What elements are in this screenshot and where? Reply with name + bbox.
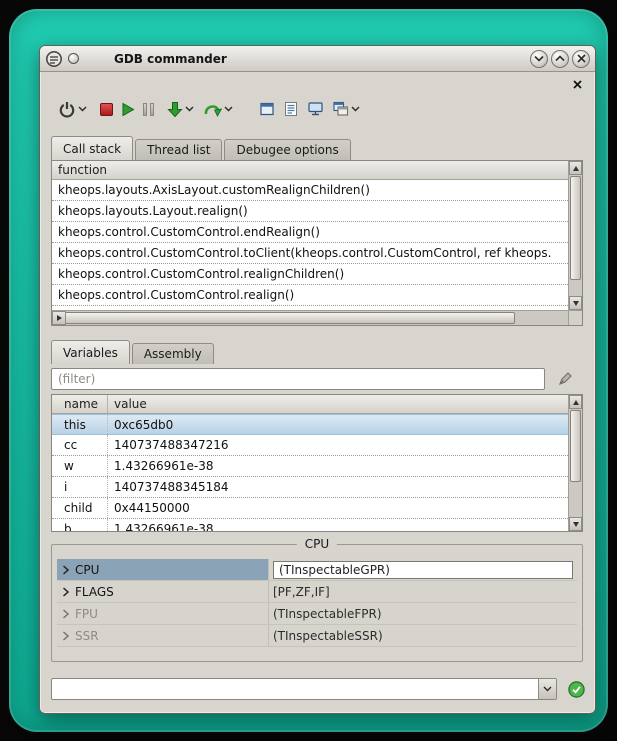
expander-icon[interactable]: [62, 587, 69, 597]
power-icon: [58, 100, 76, 118]
scrollbar-thumb[interactable]: [570, 176, 581, 280]
cpu-group-title: CPU: [297, 537, 337, 551]
gdb-command-input[interactable]: [52, 679, 538, 699]
dropdown-chevron-icon: [185, 106, 194, 112]
pause-button[interactable]: [143, 95, 154, 123]
name-column-header[interactable]: name: [52, 395, 108, 413]
tab-thread-list[interactable]: Thread list: [135, 139, 222, 160]
call-stack-row[interactable]: kheops.control.CustomControl.toClient(kh…: [52, 243, 568, 264]
titlebar-buttons: [530, 50, 590, 68]
inspect-tabbar: Variables Assembly: [51, 340, 216, 364]
call-stack-row[interactable]: kheops.control.CustomControl.realign(): [52, 285, 568, 306]
decorative-frame: GDB commander: [9, 9, 608, 732]
tab-debugee-options[interactable]: Debugee options: [224, 139, 350, 160]
cpu-row[interactable]: FPU (TInspectableFPR): [57, 603, 577, 625]
window-title: GDB commander: [114, 52, 227, 66]
function-column-header[interactable]: function: [52, 161, 113, 179]
dock-close-icon[interactable]: [570, 77, 584, 91]
expander-icon[interactable]: [62, 631, 69, 641]
variable-row[interactable]: child 0x44150000: [52, 498, 568, 519]
combo-dropdown-button[interactable]: [538, 679, 556, 699]
variable-row[interactable]: i 140737488345184: [52, 477, 568, 498]
gdb-command-combobox[interactable]: [51, 678, 557, 700]
variables-panel: name value this 0xc65db0 cc 140737488347…: [51, 394, 583, 532]
tab-variables[interactable]: Variables: [51, 340, 130, 364]
pin-icon[interactable]: [68, 53, 79, 64]
variables-vertical-scrollbar[interactable]: [568, 395, 582, 531]
continue-button[interactable]: [121, 95, 135, 123]
cpu-groupbox: CPU CPU (TInspectableGPR) FLAGS: [51, 544, 583, 662]
chevron-down-icon: [543, 686, 552, 692]
scrollbar-thumb[interactable]: [53, 312, 515, 324]
scroll-up-icon[interactable]: [569, 161, 582, 175]
cpu-register-list: CPU (TInspectableGPR) FLAGS [PF,ZF,IF]: [57, 559, 577, 647]
step-into-icon: [167, 101, 183, 118]
step-over-icon: [203, 101, 222, 118]
call-stack-horizontal-scrollbar[interactable]: [52, 310, 568, 325]
scroll-up-icon[interactable]: [569, 395, 582, 409]
variables-header: name value: [52, 395, 568, 414]
stop-button[interactable]: [100, 95, 113, 123]
stack-tabbar: Call stack Thread list Debugee options: [51, 136, 353, 160]
expander-icon[interactable]: [62, 565, 69, 575]
value-column-header[interactable]: value: [108, 395, 153, 413]
filter-pen-icon[interactable]: [555, 370, 575, 388]
list-icon: [283, 101, 299, 117]
titlebar[interactable]: GDB commander: [40, 46, 595, 72]
debug-toolbar: [40, 92, 595, 126]
variables-list: this 0xc65db0 cc 140737488347216 w 1.432…: [52, 414, 568, 531]
close-button[interactable]: [572, 50, 590, 68]
cpu-row[interactable]: CPU (TInspectableGPR): [57, 559, 577, 581]
cpu-row[interactable]: SSR (TInspectableSSR): [57, 625, 577, 647]
maximize-button[interactable]: [551, 50, 569, 68]
console-icon: [259, 101, 275, 117]
scrollbar-thumb[interactable]: [570, 410, 581, 482]
stop-icon: [100, 103, 113, 116]
filter-input[interactable]: [51, 368, 545, 390]
call-stack-row[interactable]: kheops.layouts.Layout.realign(): [52, 201, 568, 222]
play-icon: [121, 102, 135, 117]
cpu-row[interactable]: FLAGS [PF,ZF,IF]: [57, 581, 577, 603]
scroll-right-icon[interactable]: [52, 311, 66, 325]
cpu-value-editor[interactable]: (TInspectableGPR): [273, 561, 573, 579]
screen-icon: [307, 101, 324, 117]
call-stack-panel: function kheops.layouts.AxisLayout.custo…: [51, 160, 583, 326]
app-icon: [45, 50, 63, 68]
screen-button[interactable]: [307, 95, 324, 123]
variable-row[interactable]: cc 140737488347216: [52, 435, 568, 456]
dropdown-chevron-icon: [78, 106, 87, 112]
variable-row[interactable]: b 1.43266961e-38: [52, 519, 568, 531]
call-stack-vertical-scrollbar[interactable]: [568, 161, 582, 310]
call-stack-row[interactable]: kheops.layouts.AxisLayout.customRealignC…: [52, 180, 568, 201]
variable-row[interactable]: w 1.43266961e-38: [52, 456, 568, 477]
power-button[interactable]: [58, 95, 87, 123]
step-over-button[interactable]: [203, 95, 233, 123]
dropdown-chevron-icon: [351, 106, 360, 112]
call-stack-header[interactable]: function: [52, 161, 568, 180]
tab-call-stack[interactable]: Call stack: [51, 136, 133, 160]
step-into-button[interactable]: [167, 95, 194, 123]
gdb-commander-window: GDB commander: [39, 45, 596, 714]
windows-button[interactable]: [332, 95, 360, 123]
list-button[interactable]: [283, 95, 299, 123]
scroll-down-icon[interactable]: [569, 517, 582, 531]
windows-icon: [332, 101, 349, 117]
variable-row[interactable]: this 0xc65db0: [52, 414, 568, 435]
call-stack-row[interactable]: kheops.control.CustomControl.endRealign(…: [52, 222, 568, 243]
scroll-down-icon[interactable]: [569, 296, 582, 310]
minimize-button[interactable]: [530, 50, 548, 68]
call-stack-list: kheops.layouts.AxisLayout.customRealignC…: [52, 180, 568, 310]
filter-row: [51, 368, 584, 390]
tab-assembly[interactable]: Assembly: [132, 343, 214, 364]
dropdown-chevron-icon: [224, 106, 233, 112]
send-command-button[interactable]: [567, 680, 585, 698]
expander-icon[interactable]: [62, 609, 69, 619]
check-icon: [568, 681, 585, 698]
scrollbar-corner: [568, 310, 582, 325]
call-stack-row[interactable]: kheops.control.CustomControl.realignChil…: [52, 264, 568, 285]
pause-icon: [143, 103, 154, 116]
console-button[interactable]: [259, 95, 275, 123]
